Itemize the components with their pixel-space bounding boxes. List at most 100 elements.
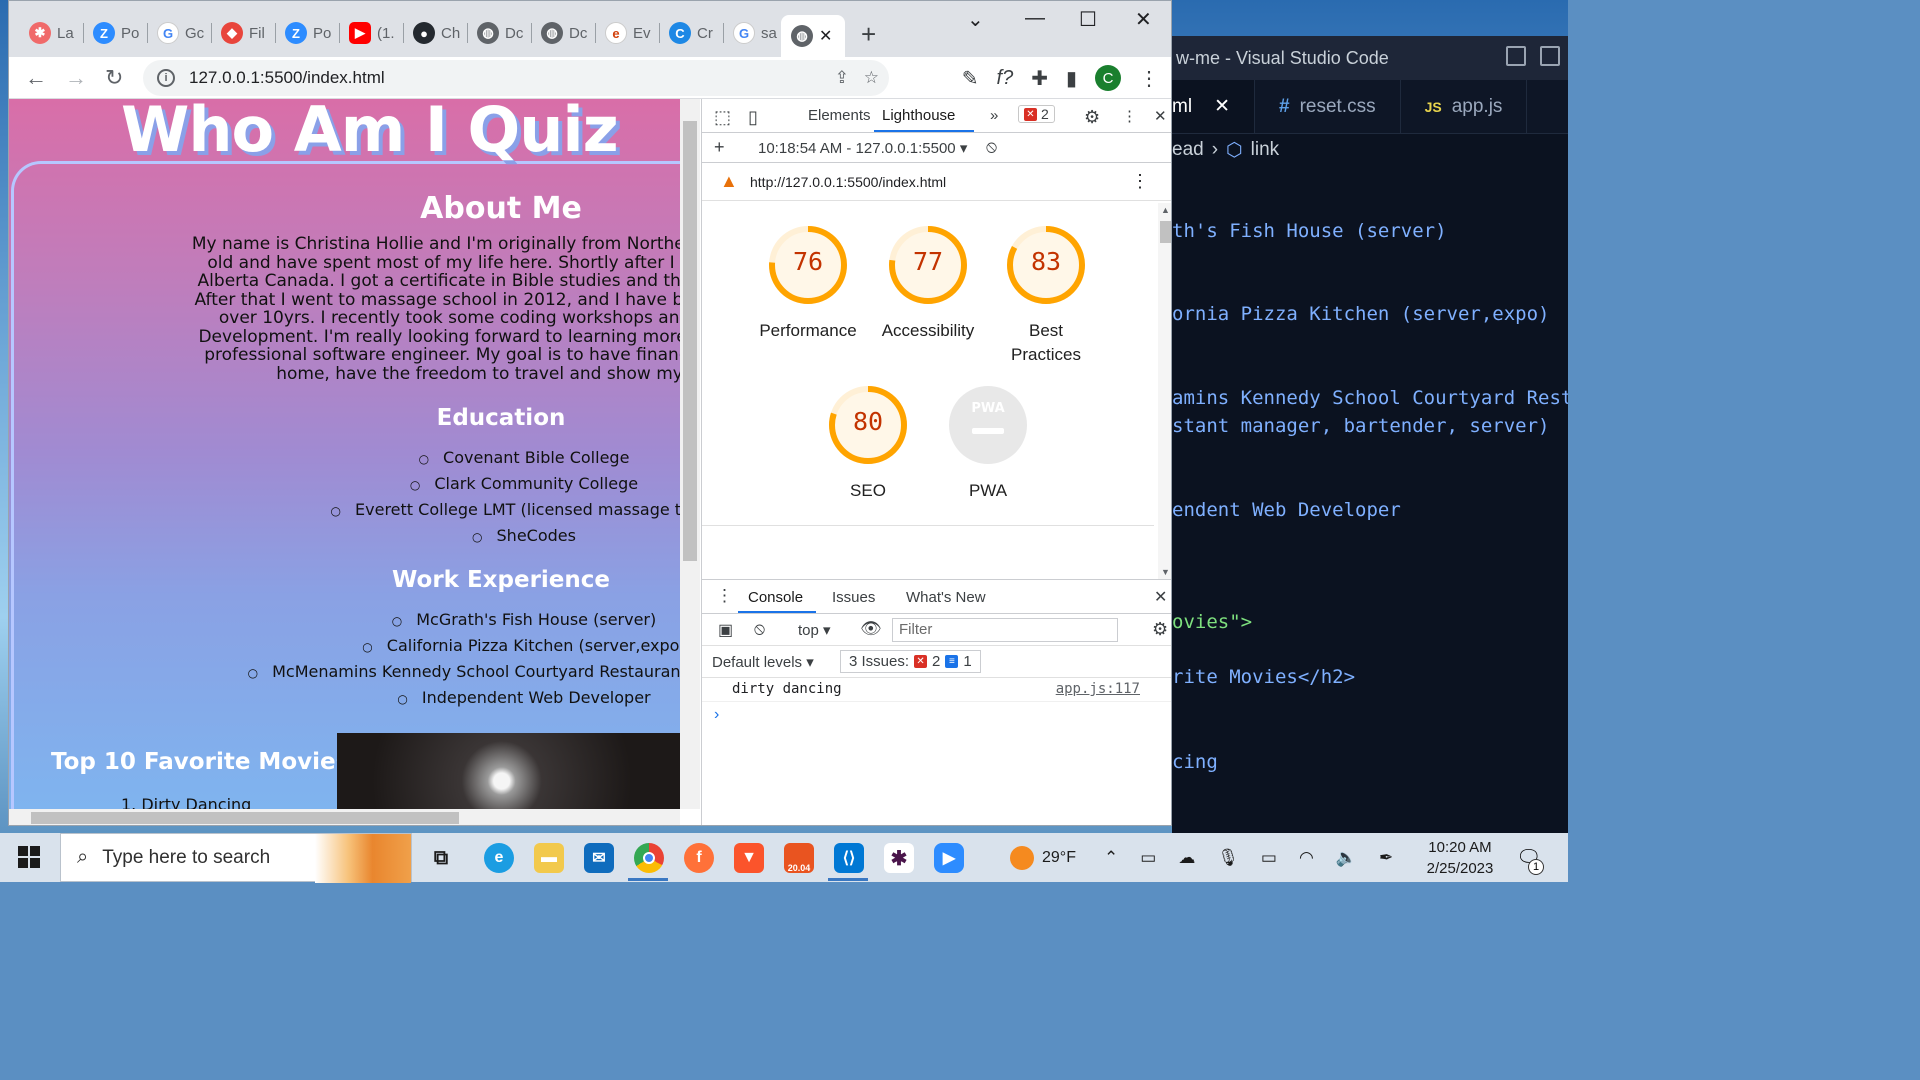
- device-toolbar-icon[interactable]: ▯: [748, 107, 758, 128]
- browser-tab[interactable]: Z Po: [83, 15, 139, 51]
- filter-input[interactable]: Filter: [892, 618, 1118, 642]
- browser-tab[interactable]: ▶ (1.: [339, 15, 395, 51]
- meet-now-icon[interactable]: ▭: [1140, 848, 1156, 868]
- close-icon[interactable]: ✕: [1214, 95, 1230, 118]
- breadcrumb-item[interactable]: ead: [1172, 139, 1204, 161]
- vscode-window[interactable]: w-me - Visual Studio Code ml ✕ # reset.css…: [1172, 36, 1568, 833]
- share-icon[interactable]: ⇪: [835, 68, 849, 88]
- report-menu-icon[interactable]: ⋮: [1131, 171, 1149, 192]
- log-source-link[interactable]: app.js:117: [1056, 681, 1140, 697]
- browser-tab[interactable]: ● Ch: [403, 15, 460, 51]
- layout-controls[interactable]: [1506, 46, 1560, 66]
- report-url[interactable]: http://127.0.0.1:5500/index.html: [750, 174, 946, 190]
- browser-tab[interactable]: G Gc: [147, 15, 204, 51]
- console-settings-gear-icon[interactable]: ⚙: [1152, 619, 1168, 640]
- mail-icon[interactable]: ✉: [584, 843, 614, 873]
- more-tabs-icon[interactable]: »: [990, 107, 998, 124]
- settings-gear-icon[interactable]: ⚙: [1084, 107, 1100, 128]
- pen-icon[interactable]: ✒: [1379, 848, 1393, 868]
- browser-tab[interactable]: Z Po: [275, 15, 331, 51]
- toggle-panel-icon[interactable]: [1540, 46, 1560, 66]
- bookmark-star-icon[interactable]: ☆: [864, 68, 879, 88]
- wifi-icon[interactable]: ◠: [1299, 848, 1314, 868]
- url-text[interactable]: 127.0.0.1:5500/index.html: [189, 68, 385, 88]
- extensions-puzzle-icon[interactable]: ✚: [1031, 66, 1048, 91]
- tab-lighthouse[interactable]: Lighthouse: [882, 107, 955, 124]
- issues-button[interactable]: 3 Issues: ✕ 2 ≡ 1: [840, 650, 981, 673]
- clear-reports-icon[interactable]: ⦸: [986, 137, 997, 157]
- eyedropper-extension-icon[interactable]: ✎: [962, 66, 979, 91]
- browser-tab[interactable]: ◆ Fil: [211, 15, 265, 51]
- browser-tab[interactable]: e Ev: [595, 15, 651, 51]
- browser-tab[interactable]: Gsa: [723, 15, 777, 51]
- devtools-menu-icon[interactable]: ⋮: [1122, 107, 1137, 125]
- zoom-app-icon[interactable]: ▶: [934, 843, 964, 873]
- back-button[interactable]: ←: [25, 65, 47, 91]
- reload-button[interactable]: ↻: [105, 65, 123, 91]
- eye-icon[interactable]: 👁: [860, 619, 882, 639]
- breadcrumb-item[interactable]: link: [1251, 139, 1280, 161]
- microphone-icon[interactable]: 🎙: [1217, 848, 1239, 868]
- fonts-extension-icon[interactable]: f?: [997, 67, 1014, 90]
- drawer-menu-icon[interactable]: ⋮: [716, 586, 733, 606]
- page-horizontal-scrollbar[interactable]: [9, 809, 680, 825]
- taskbar-search[interactable]: ⌕ Type here to search: [60, 833, 412, 883]
- lighthouse-scrollbar[interactable]: ▲ ▼: [1158, 203, 1171, 579]
- file-explorer-icon[interactable]: ▬: [534, 843, 564, 873]
- vscode-tab-reset-css[interactable]: # reset.css: [1255, 80, 1401, 133]
- tab-whats-new[interactable]: What's New: [906, 589, 986, 606]
- brave-icon[interactable]: ▼: [734, 843, 764, 873]
- vscode-icon[interactable]: ⟨⟩: [834, 843, 864, 873]
- address-bar[interactable]: i 127.0.0.1:5500/index.html ⇪ ☆: [143, 60, 889, 96]
- site-info-icon[interactable]: i: [157, 69, 175, 87]
- tab-console[interactable]: Console: [748, 589, 803, 606]
- movie-video[interactable]: [337, 733, 680, 809]
- vscode-tab-app-js[interactable]: JS app.js: [1401, 80, 1528, 133]
- forward-button[interactable]: →: [65, 65, 87, 91]
- menu-kebab-icon[interactable]: ⋮: [1139, 66, 1159, 91]
- battery-icon[interactable]: ▭: [1261, 848, 1277, 868]
- page-vertical-scrollbar[interactable]: [680, 99, 700, 809]
- onedrive-icon[interactable]: ☁: [1178, 848, 1195, 868]
- side-panel-icon[interactable]: ▮: [1066, 66, 1077, 91]
- console-prompt[interactable]: ›: [702, 702, 1171, 730]
- weather-widget[interactable]: 29°F: [1010, 833, 1076, 882]
- log-levels-dropdown[interactable]: Default levels ▾: [712, 653, 814, 671]
- minimize-button[interactable]: —: [1025, 7, 1045, 30]
- tab-search-icon[interactable]: ⌄: [967, 7, 984, 32]
- ubuntu-icon[interactable]: 20.04: [784, 843, 814, 873]
- new-report-icon[interactable]: +: [714, 137, 725, 158]
- close-devtools-icon[interactable]: ✕: [1154, 107, 1167, 125]
- report-selector[interactable]: 10:18:54 AM - 127.0.0.1:5500 ▾: [758, 139, 967, 157]
- avatar[interactable]: C: [1095, 65, 1121, 91]
- inspect-element-icon[interactable]: ⬚: [714, 107, 731, 128]
- toggle-sidebar-icon[interactable]: [1506, 46, 1526, 66]
- task-view-icon[interactable]: ⧉: [426, 843, 456, 873]
- close-window-button[interactable]: ✕: [1135, 7, 1152, 32]
- browser-tab[interactable]: ◍ Dc: [531, 15, 587, 51]
- vscode-tab-html[interactable]: ml ✕: [1172, 80, 1255, 133]
- new-tab-button[interactable]: +: [861, 19, 876, 50]
- system-clock[interactable]: 10:20 AM 2/25/2023: [1420, 837, 1500, 879]
- browser-tab-active[interactable]: ◍ ✕: [781, 15, 845, 57]
- tab-elements[interactable]: Elements: [808, 107, 871, 124]
- slack-icon[interactable]: ✱: [884, 843, 914, 873]
- firefox-icon[interactable]: f: [684, 843, 714, 873]
- browser-tab[interactable]: ◍ Dc: [467, 15, 523, 51]
- devtools-panel[interactable]: ⬚ ▯ Elements Lighthouse » ✕ 2 ⚙ ⋮ ✕ + 10:…: [701, 99, 1171, 825]
- tab-issues[interactable]: Issues: [832, 589, 875, 606]
- clear-console-icon[interactable]: ⦸: [754, 619, 765, 639]
- browser-tab[interactable]: C Cr: [659, 15, 713, 51]
- chevron-up-icon[interactable]: ⌃: [1104, 848, 1118, 868]
- close-drawer-icon[interactable]: ✕: [1154, 587, 1167, 607]
- sidebar-toggle-icon[interactable]: ▣: [718, 620, 733, 640]
- browser-window[interactable]: ✱ La Z Po G Gc ◆ Fil Z Po ▶ (1. ● Ch ◍ Dc ◍ Dc eE…: [8, 0, 1172, 826]
- maximize-button[interactable]: ☐: [1079, 7, 1097, 32]
- chrome-icon[interactable]: [634, 843, 664, 873]
- error-count-badge[interactable]: ✕ 2: [1018, 105, 1055, 123]
- page-viewport[interactable]: Who Am I Quiz About Me My name is Christ…: [9, 99, 680, 809]
- windows-start-icon[interactable]: [18, 846, 40, 868]
- close-tab-icon[interactable]: ✕: [819, 26, 832, 46]
- volume-icon[interactable]: 🔈: [1336, 848, 1357, 868]
- edge-icon[interactable]: e: [484, 843, 514, 873]
